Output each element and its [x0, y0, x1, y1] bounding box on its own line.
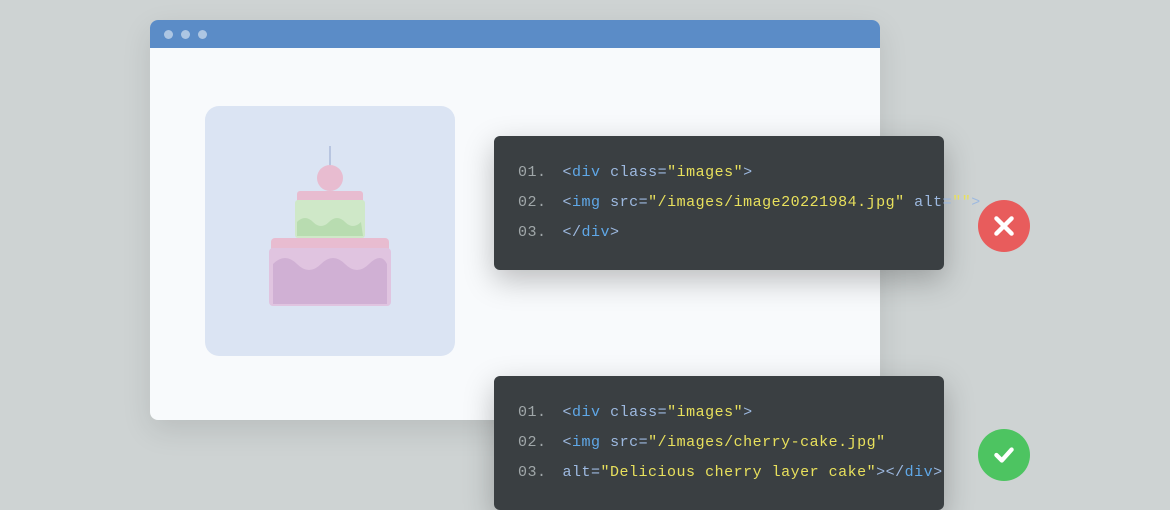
code-line: 02.<img src="/images/cherry-cake.jpg"	[518, 428, 920, 458]
code-block-bad: 01.<div class="images">02.<img src="/ima…	[494, 136, 944, 270]
window-dot	[198, 30, 207, 39]
code-line: 03.alt="Delicious cherry layer cake"></d…	[518, 458, 920, 488]
code-block-good: 01.<div class="images">02.<img src="/ima…	[494, 376, 944, 510]
correct-badge	[978, 429, 1030, 481]
code-line: 02.<img src="/images/image20221984.jpg" …	[518, 188, 920, 218]
line-number: 02.	[518, 434, 547, 451]
code-line: 01.<div class="images">	[518, 398, 920, 428]
wrong-badge	[978, 200, 1030, 252]
line-number: 01.	[518, 404, 547, 421]
cake-icon	[245, 136, 415, 326]
x-icon	[991, 213, 1017, 239]
line-number: 02.	[518, 194, 547, 211]
code-line: 03.</div>	[518, 218, 920, 248]
window-dot	[181, 30, 190, 39]
image-preview	[205, 106, 455, 356]
line-number: 03.	[518, 224, 547, 241]
line-number: 01.	[518, 164, 547, 181]
window-dot	[164, 30, 173, 39]
code-line: 01.<div class="images">	[518, 158, 920, 188]
line-number: 03.	[518, 464, 547, 481]
browser-titlebar	[150, 20, 880, 48]
check-icon	[991, 442, 1017, 468]
